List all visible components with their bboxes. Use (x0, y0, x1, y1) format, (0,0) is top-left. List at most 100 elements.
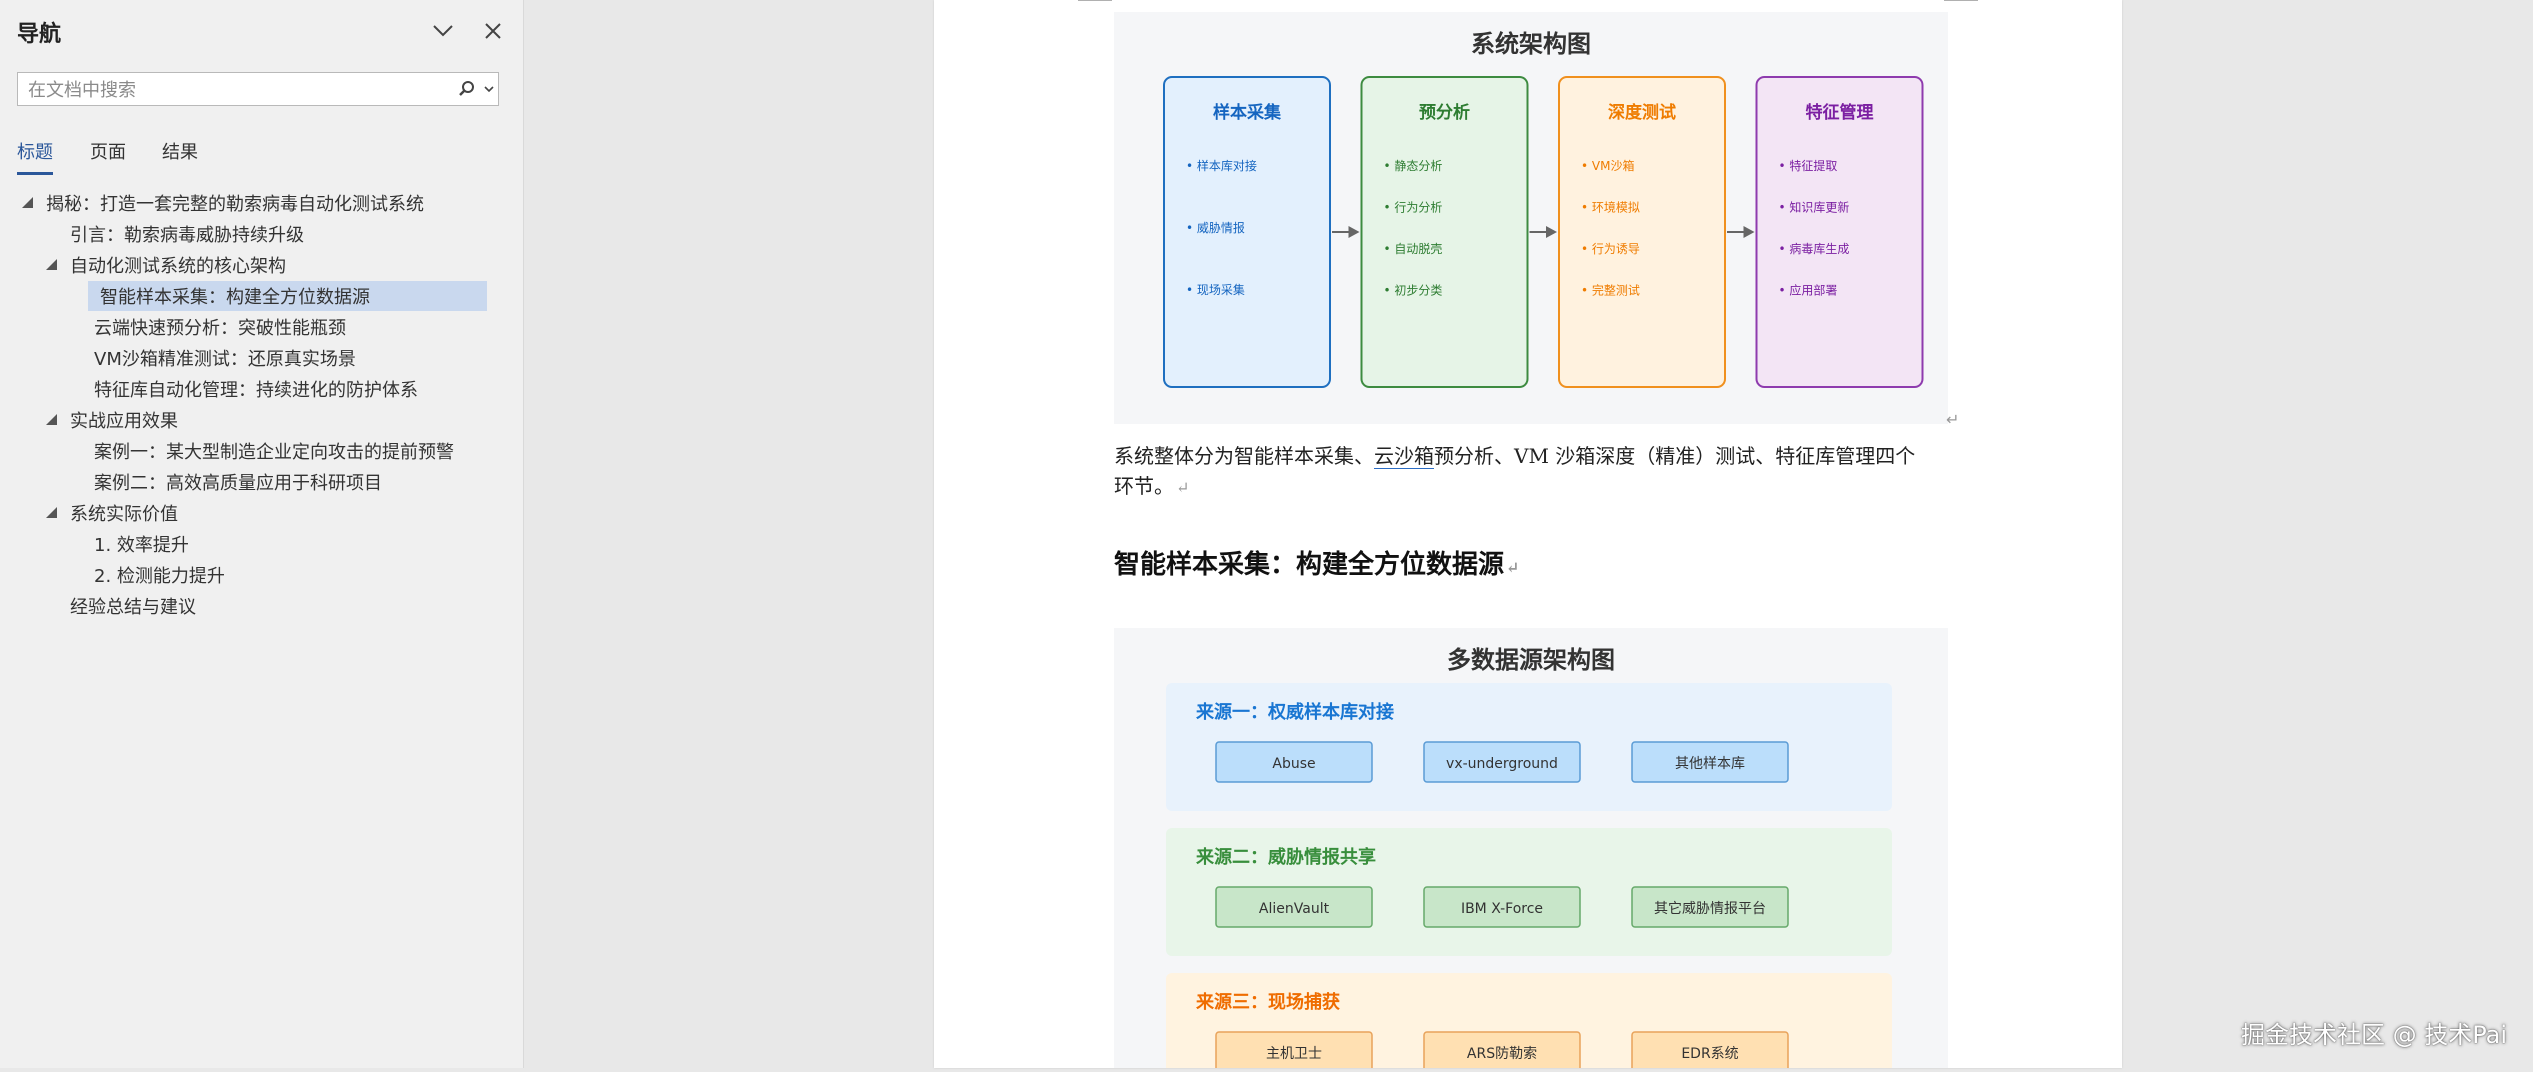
nav-heading-item[interactable]: 特征库自动化管理：持续进化的防护体系 (94, 374, 418, 404)
nav-heading-item[interactable]: 2. 检测能力提升 (94, 560, 225, 590)
stage-item: • 应用部署 (1779, 283, 1838, 298)
expand-triangle-icon[interactable] (46, 414, 57, 425)
source-item-label: ARS防勒索 (1467, 1045, 1537, 1062)
body-paragraph: 系统整体分为智能样本采集、云沙箱预分析、VM 沙箱深度（精准）测试、特征库管理四… (1114, 441, 1954, 503)
nav-heading-label: 系统实际价值 (70, 504, 178, 525)
nav-heading-item[interactable]: 1. 效率提升 (94, 529, 189, 559)
expand-triangle-icon[interactable] (22, 197, 33, 208)
architecture-diagram: 系统架构图样本采集 • 样本库对接 • 威胁情报 • 现场采集 预分析 • 静态分析 • 行… (1163, 30, 1924, 388)
stage-item: • 样本库对接 (1186, 158, 1257, 173)
source-label: 来源三：现场捕获 (1195, 991, 1340, 1013)
expand-triangle-icon[interactable] (46, 507, 57, 518)
margin-mark (1078, 0, 1112, 1)
nav-heading-label: 1. 效率提升 (94, 535, 189, 556)
multi-source-diagram: 多数据源架构图来源一：权威样本库对接 Abuse vx-underground 其他样… (1166, 646, 1892, 1072)
source-item-label: Abuse (1272, 756, 1315, 772)
search-box (17, 72, 499, 106)
section-heading-text: 智能样本采集：构建全方位数据源 (1114, 550, 1505, 580)
nav-heading-label: 引言：勒索病毒威胁持续升级 (70, 225, 304, 246)
chevron-down-icon (433, 25, 453, 37)
paragraph-mark: ↵ (1946, 410, 1960, 429)
source-item-label: 主机卫士 (1266, 1046, 1322, 1062)
search-options-dropdown-icon[interactable] (484, 81, 494, 101)
nav-heading-label: 特征库自动化管理：持续进化的防护体系 (94, 380, 418, 401)
nav-heading-item[interactable]: 云端快速预分析：突破性能瓶颈 (94, 312, 346, 342)
nav-heading-item[interactable]: 系统实际价值 (70, 498, 178, 528)
figure-title: 系统架构图 (1471, 30, 1591, 58)
tab-headings[interactable]: 标题 (17, 138, 53, 175)
nav-heading-item[interactable]: 案例二：高效高质量应用于科研项目 (94, 467, 382, 497)
stage-title: 深度测试 (1608, 102, 1676, 123)
navigation-pane: 导航 标题 页面 结果 揭秘：打造一套完整的勒索病毒自动化测试系统引言：勒索病毒… (0, 0, 524, 1068)
stage-item: • 初步分类 (1384, 284, 1443, 298)
close-icon (485, 23, 501, 39)
source-item-label: 其它威胁情报平台 (1654, 900, 1766, 917)
system-architecture-figure: 系统架构图样本采集 • 样本库对接 • 威胁情报 • 现场采集 预分析 • 静态分析 • 行… (1114, 12, 1948, 424)
stage-item: • 完整测试 (1581, 283, 1640, 298)
nav-heading-label: 云端快速预分析：突破性能瓶颈 (94, 318, 346, 339)
stage-box (1755, 76, 1924, 388)
source-label: 来源二：威胁情报共享 (1195, 846, 1376, 868)
paragraph-mark: ↵ (1506, 558, 1520, 577)
paragraph-text: 系统整体分为智能样本采集、 (1114, 444, 1374, 468)
source-item-label: IBM X-Force (1461, 901, 1543, 917)
expand-triangle-icon[interactable] (46, 259, 57, 270)
nav-heading-label: 揭秘：打造一套完整的勒索病毒自动化测试系统 (46, 194, 424, 215)
tab-results[interactable]: 结果 (162, 138, 198, 164)
stage-title: 预分析 (1419, 102, 1470, 123)
stage-title: 特征管理 (1806, 102, 1874, 123)
cloud-sandbox-link[interactable]: 云沙箱 (1374, 444, 1434, 469)
source-item-label: vx-underground (1446, 756, 1558, 772)
stage-box (1360, 76, 1529, 388)
stage-item: • 威胁情报 (1186, 220, 1245, 235)
nav-title: 导航 (17, 22, 62, 47)
stage-item: • 行为分析 (1384, 201, 1443, 215)
multi-source-figure: 多数据源架构图来源一：权威样本库对接 Abuse vx-underground 其他样… (1114, 628, 1948, 1072)
close-nav-button[interactable] (478, 16, 508, 46)
tab-pages[interactable]: 页面 (90, 138, 126, 164)
search-icon[interactable] (458, 80, 476, 102)
stage-item: • 知识库更新 (1779, 200, 1850, 215)
stage-title: 样本采集 (1213, 102, 1282, 123)
nav-heading-item[interactable]: VM沙箱精准测试：还原真实场景 (94, 343, 356, 373)
nav-heading-label: 实战应用效果 (70, 411, 178, 432)
source-label: 来源一：权威样本库对接 (1195, 701, 1394, 723)
source-item-label: 其他样本库 (1675, 756, 1745, 772)
nav-heading-item[interactable]: 案例一：某大型制造企业定向攻击的提前预警 (94, 436, 454, 466)
watermark: 掘金技术社区 @ 技术Pai (2240, 1021, 2507, 1049)
stage-box (1558, 76, 1726, 388)
figure-title: 多数据源架构图 (1447, 646, 1615, 674)
section-heading: 智能样本采集：构建全方位数据源 ↵ (1114, 544, 1519, 581)
search-input[interactable] (26, 77, 460, 103)
paragraph-text: 预分析、VM 沙箱深度（精准）测试、特征库管理四个 (1434, 444, 1916, 468)
source-item-label: EDR系统 (1681, 1046, 1738, 1062)
nav-heading-label: 2. 检测能力提升 (94, 566, 225, 587)
flow-arrow-head (1348, 226, 1360, 238)
stage-item: • 行为诱导 (1581, 242, 1640, 256)
document-page[interactable]: 系统架构图样本采集 • 样本库对接 • 威胁情报 • 现场采集 预分析 • 静态分析 • 行… (934, 0, 2122, 1072)
stage-item: • 环境模拟 (1581, 200, 1640, 215)
nav-options-button[interactable] (428, 16, 458, 46)
stage-item: • VM沙箱 (1581, 158, 1634, 173)
flow-arrow-head (1546, 226, 1557, 238)
flow-arrow-head (1743, 226, 1755, 238)
nav-heading-label: 案例二：高效高质量应用于科研项目 (94, 473, 382, 494)
nav-heading-label: 经验总结与建议 (70, 597, 196, 618)
paragraph-mark: ↵ (1176, 478, 1190, 497)
stage-item: • 病毒库生成 (1779, 241, 1850, 256)
nav-heading-label: 案例一：某大型制造企业定向攻击的提前预警 (94, 442, 454, 463)
nav-heading-item[interactable]: 自动化测试系统的核心架构 (70, 250, 286, 280)
stage-item: • 自动脱壳 (1384, 241, 1443, 256)
source-item-label: AlienVault (1259, 901, 1330, 917)
stage-item: • 特征提取 (1779, 158, 1838, 173)
nav-heading-item[interactable]: 引言：勒索病毒威胁持续升级 (70, 219, 304, 249)
nav-heading-item[interactable]: 智能样本采集：构建全方位数据源 (88, 281, 487, 311)
paragraph-text: 环节。 (1114, 474, 1174, 498)
nav-heading-label: VM沙箱精准测试：还原真实场景 (94, 349, 356, 370)
nav-heading-item[interactable]: 经验总结与建议 (70, 591, 196, 621)
stage-item: • 静态分析 (1384, 159, 1443, 173)
nav-heading-item[interactable]: 揭秘：打造一套完整的勒索病毒自动化测试系统 (46, 188, 424, 218)
nav-heading-label: 智能样本采集：构建全方位数据源 (100, 287, 370, 308)
nav-heading-item[interactable]: 实战应用效果 (70, 405, 178, 435)
stage-item: • 现场采集 (1186, 282, 1245, 297)
